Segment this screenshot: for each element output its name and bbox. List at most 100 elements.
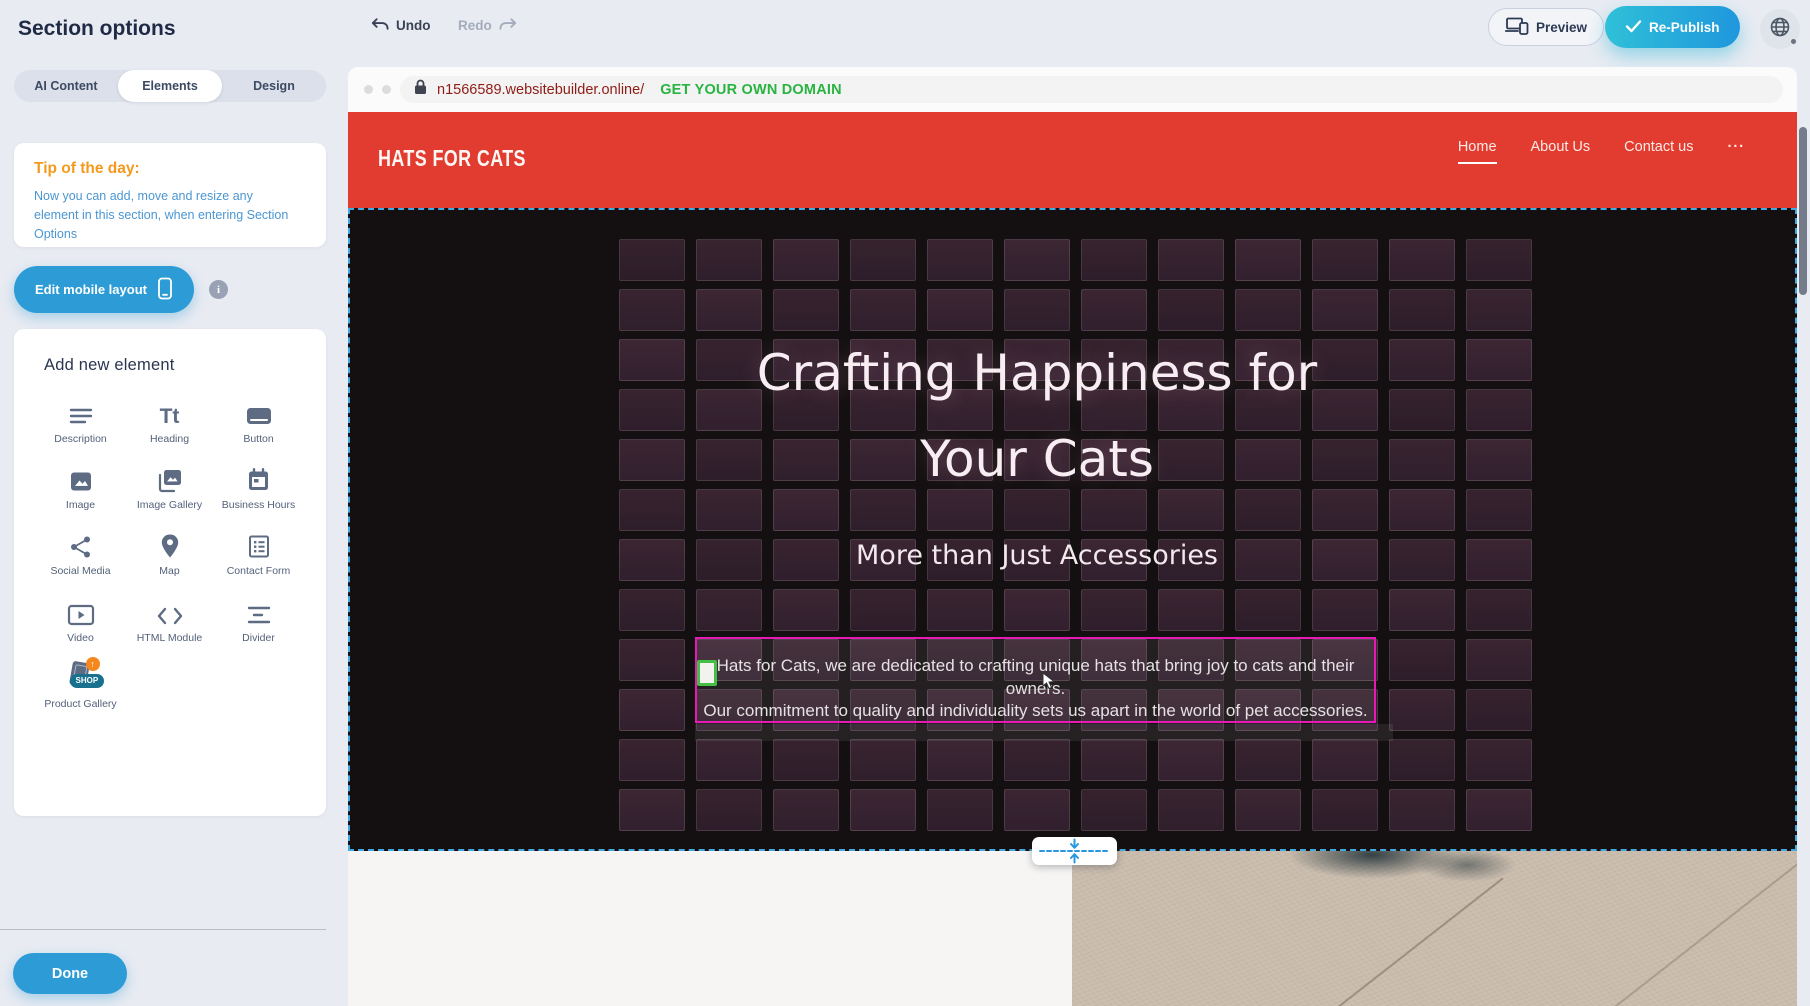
hero-tile [1158, 739, 1224, 781]
hero-tile [1466, 639, 1532, 681]
tab-elements[interactable]: Elements [118, 70, 222, 102]
undo-icon [370, 16, 389, 35]
hero-tile [1466, 789, 1532, 831]
hero-tile [696, 239, 762, 281]
element-drag-handle[interactable] [697, 660, 717, 686]
nav-more-dots-icon[interactable]: ··· [1728, 139, 1746, 162]
hero-tile [1081, 739, 1147, 781]
add-element-image-gallery[interactable]: Image Gallery [125, 463, 214, 512]
element-label: HTML Module [137, 631, 203, 645]
hero-tile [773, 589, 839, 631]
add-element-social-media[interactable]: Social Media [36, 529, 125, 578]
hero-description[interactable]: Hats for Cats, we are dedicated to craft… [695, 655, 1376, 723]
hero-tile [696, 489, 762, 531]
add-element-video[interactable]: Video [36, 596, 125, 645]
hero-tile [1312, 589, 1378, 631]
hero-tile [1158, 589, 1224, 631]
hero-tile [1389, 489, 1455, 531]
site-logo[interactable]: HATS FOR CATS [378, 145, 526, 172]
hero-section-selected[interactable]: Crafting Happiness for Your Cats More th… [348, 208, 1797, 851]
element-label: Description [54, 432, 107, 446]
language-globe-button[interactable] [1760, 9, 1800, 49]
get-domain-link[interactable]: GET YOUR OWN DOMAIN [660, 82, 842, 98]
tab-ai-content[interactable]: AI Content [14, 70, 118, 102]
add-element-divider[interactable]: Divider [214, 596, 303, 645]
page-scrollbar[interactable] [1799, 127, 1807, 295]
section-resize-handle[interactable] [1032, 837, 1117, 865]
hero-tile [1466, 239, 1532, 281]
done-button[interactable]: Done [13, 953, 127, 994]
hero-tile [1466, 589, 1532, 631]
element-label: Divider [242, 631, 275, 645]
hero-tile [773, 239, 839, 281]
floor-photo [1072, 851, 1797, 1006]
hero-tile [1235, 289, 1301, 331]
hero-description-line1: Hats for Cats, we are dedicated to craft… [695, 655, 1376, 700]
element-label: Video [67, 631, 94, 645]
hero-tile [1389, 789, 1455, 831]
add-element-html-module[interactable]: HTML Module [125, 596, 214, 645]
republish-label: Re-Publish [1649, 20, 1720, 35]
edit-mobile-layout-button[interactable]: Edit mobile layout [14, 266, 194, 313]
hero-tile [696, 739, 762, 781]
hero-tile [1004, 289, 1070, 331]
tab-design[interactable]: Design [222, 70, 326, 102]
sidebar-tabs: AI Content Elements Design [14, 70, 326, 102]
video-icon [67, 596, 95, 626]
nav-item-about-us[interactable]: About Us [1531, 139, 1591, 162]
add-element-product-gallery[interactable]: ↑ SHOP Product Gallery [36, 662, 125, 711]
check-icon [1625, 19, 1642, 36]
redo-button[interactable]: Redo [458, 16, 518, 35]
hero-heading-line1[interactable]: Crafting Happiness for [350, 344, 1724, 402]
element-label: Product Gallery [44, 697, 116, 711]
address-bar[interactable]: n1566589.websitebuilder.online/ GET YOUR… [400, 76, 1783, 103]
sidebar-divider [0, 929, 326, 930]
description-lines-icon [68, 397, 94, 427]
add-element-heading[interactable]: Tt Heading [125, 397, 214, 446]
hero-tile [850, 589, 916, 631]
add-element-contact-form[interactable]: Contact Form [214, 529, 303, 578]
tip-body: Now you can add, move and resize any ele… [34, 187, 296, 243]
add-element-description[interactable]: Description [36, 397, 125, 446]
divider-icon [246, 596, 272, 626]
hero-tile [619, 739, 685, 781]
hero-tile [927, 489, 993, 531]
undo-button[interactable]: Undo [370, 16, 431, 35]
devices-icon [1505, 16, 1529, 38]
hero-tile [927, 239, 993, 281]
preview-button[interactable]: Preview [1488, 8, 1604, 46]
element-label: Map [159, 564, 179, 578]
element-label: Social Media [50, 564, 110, 578]
preview-label: Preview [1536, 20, 1587, 35]
hero-tile [1158, 239, 1224, 281]
add-element-map[interactable]: Map [125, 529, 214, 578]
hero-tile [1004, 589, 1070, 631]
product-gallery-icon: ↑ SHOP [64, 662, 98, 692]
add-element-button[interactable]: Button [214, 397, 303, 446]
hero-subheading[interactable]: More than Just Accessories [350, 540, 1724, 571]
hero-tile [1158, 289, 1224, 331]
hero-heading-line2[interactable]: Your Cats [350, 430, 1724, 488]
info-icon[interactable]: i [209, 280, 228, 299]
map-pin-icon [160, 529, 180, 559]
hero-tile [1081, 239, 1147, 281]
site-url[interactable]: n1566589.websitebuilder.online/ [437, 82, 644, 98]
hero-tile [1466, 289, 1532, 331]
nav-item-contact-us[interactable]: Contact us [1624, 139, 1693, 162]
add-element-image[interactable]: Image [36, 463, 125, 512]
nav-item-home[interactable]: Home [1458, 139, 1497, 164]
hero-tile [1389, 739, 1455, 781]
tip-of-the-day-card: Tip of the day: Now you can add, move an… [14, 143, 326, 247]
phone-icon [157, 277, 173, 303]
hero-tile [1466, 689, 1532, 731]
add-element-business-hours[interactable]: Business Hours [214, 463, 303, 512]
next-section[interactable] [348, 851, 1797, 1006]
hero-tile [1004, 789, 1070, 831]
hero-tile [1466, 739, 1532, 781]
hero-tile [1389, 289, 1455, 331]
republish-button[interactable]: Re-Publish [1605, 6, 1740, 48]
hero-tile [1081, 589, 1147, 631]
hero-tile [850, 289, 916, 331]
hero-description-line2: Our commitment to quality and individual… [695, 700, 1376, 723]
hero-tile [773, 289, 839, 331]
